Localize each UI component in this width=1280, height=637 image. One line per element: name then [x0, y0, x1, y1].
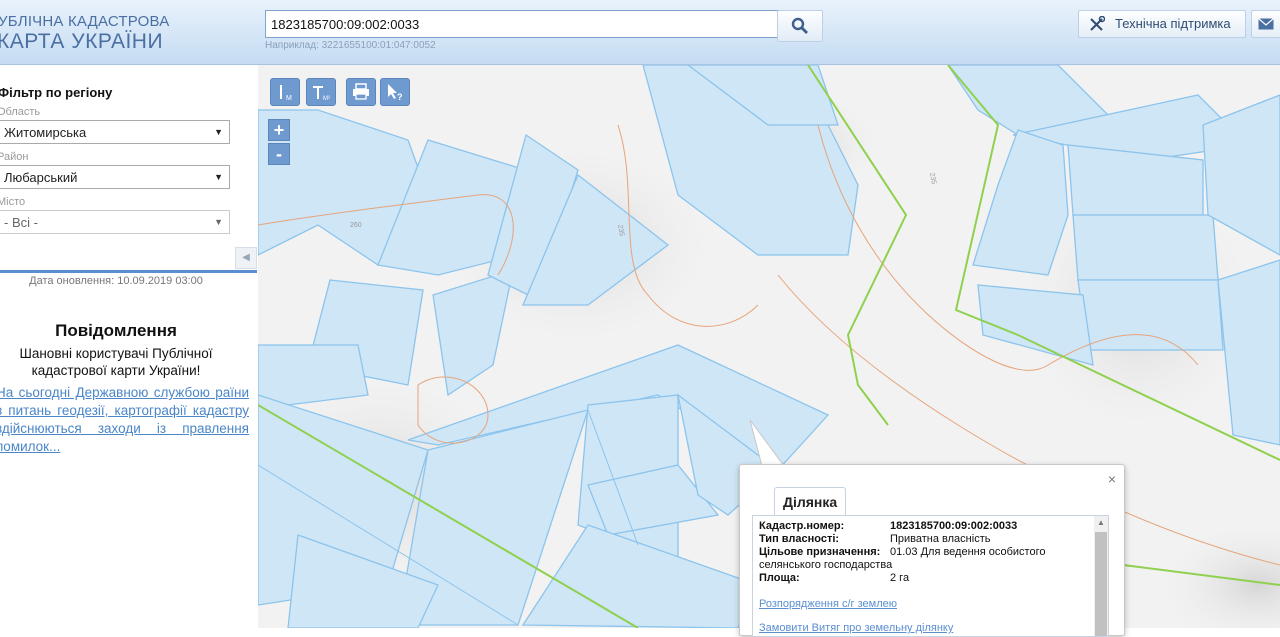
info-value: 2 га	[890, 572, 910, 584]
ruler-icon: M	[280, 85, 292, 102]
scrollbar-thumb[interactable]	[1095, 532, 1107, 636]
mail-icon	[1258, 18, 1274, 30]
info-key: Цільове призначення:	[759, 546, 881, 558]
print-button[interactable]	[346, 78, 376, 106]
rayon-value: Любарський	[4, 170, 78, 185]
search-icon	[791, 17, 808, 34]
divider	[0, 270, 257, 273]
identify-button[interactable]: ?	[380, 78, 410, 106]
search-hint: Наприклад: 3221655100:01:047:0052	[265, 40, 436, 51]
update-date: Дата оновлення: 10.09.2019 03:00	[29, 275, 203, 287]
info-key: Кадастр.номер:	[759, 520, 845, 532]
info-key: Площа:	[759, 572, 800, 584]
oblast-label: Область	[0, 106, 41, 118]
info-value: Приватна власність	[890, 533, 991, 545]
city-select[interactable]: - Всі - ▼	[0, 210, 230, 234]
print-icon	[353, 83, 369, 100]
support-button[interactable]: Технічна підтримка	[1078, 10, 1246, 38]
info-value: 1823185700:09:002:0033	[890, 520, 1018, 532]
city-value: - Всі -	[4, 215, 38, 230]
filter-title: Фільтр по регіону	[0, 85, 113, 100]
svg-text:M: M	[286, 95, 292, 102]
support-label: Технічна підтримка	[1115, 16, 1231, 31]
search-button[interactable]	[777, 10, 823, 42]
parcel-popup: × Ділянка Кадастр.номер: 1823185700:09:0…	[739, 464, 1125, 637]
tab-parcel[interactable]: Ділянка	[774, 487, 847, 516]
measure-area-button[interactable]: M²	[306, 78, 336, 106]
logo-title-line1: УБЛІЧНА КАДАСТРОВА	[0, 13, 170, 30]
svg-text:?: ?	[397, 92, 403, 102]
rayon-select[interactable]: Любарський ▼	[0, 165, 230, 189]
tools-icon	[1090, 16, 1105, 31]
scroll-up-icon[interactable]: ▲	[1097, 518, 1105, 527]
land-disposal-link[interactable]: Розпорядження с/г землею	[759, 598, 897, 610]
logo-title-line2: КАРТА УКРАЇНИ	[0, 30, 164, 53]
oblast-value: Житомирська	[4, 125, 87, 140]
collapse-sidebar-button[interactable]: ◀	[235, 247, 257, 269]
order-extract-link[interactable]: Замовити Витяг про земельну ділянку	[759, 622, 953, 634]
notice-title: Повідомлення	[55, 321, 177, 340]
measure-length-button[interactable]: M	[270, 78, 300, 106]
popup-scrollbar[interactable]: ▲	[1094, 516, 1108, 636]
popup-pointer	[749, 419, 786, 468]
chevron-down-icon: ▼	[214, 127, 223, 137]
info-key: Тип власності:	[759, 533, 840, 545]
header: УБЛІЧНА КАДАСТРОВА КАРТА УКРАЇНИ Наприкл…	[0, 0, 1280, 65]
cursor-help-icon: ?	[388, 84, 403, 102]
city-label: Місто	[0, 196, 26, 208]
oblast-select[interactable]: Житомирська ▼	[0, 120, 230, 144]
zoom-out-button[interactable]: -	[268, 143, 290, 165]
mail-button[interactable]	[1251, 10, 1280, 38]
area-ruler-icon: M²	[313, 86, 330, 102]
search-input[interactable]	[265, 10, 781, 38]
rayon-label: Район	[0, 151, 29, 163]
notice-text: Шановні користувачі Публічної кадастрово…	[19, 346, 213, 378]
chevron-down-icon: ▼	[214, 172, 223, 182]
notice-link[interactable]: На сьогодні Державною службою раїни з пи…	[0, 384, 249, 456]
info-value: 01.03 Для ведення особистого	[890, 546, 1046, 558]
contour-label: 260	[350, 222, 362, 229]
info-value-continued: селянського господарства	[759, 559, 893, 571]
sidebar: Фільтр по регіону Область Житомирська ▼ …	[0, 65, 257, 628]
close-icon[interactable]: ×	[1108, 471, 1116, 487]
svg-text:M²: M²	[323, 96, 330, 102]
chevron-down-icon: ▼	[214, 217, 223, 227]
popup-body: Кадастр.номер: 1823185700:09:002:0033 Ти…	[752, 515, 1109, 637]
zoom-in-button[interactable]: +	[268, 119, 290, 141]
